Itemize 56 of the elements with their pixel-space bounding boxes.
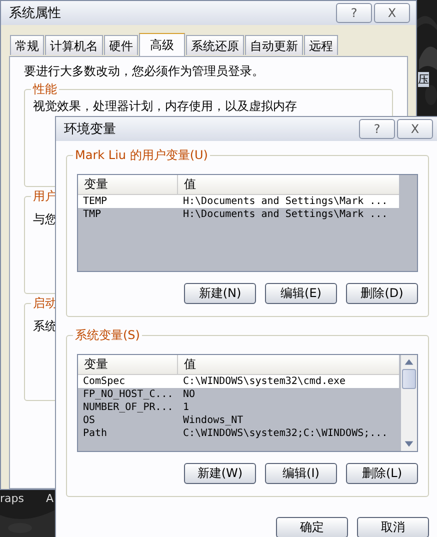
variable-value: C:\WINDOWS\system32;C:\WINDOWS;... <box>182 428 388 439</box>
list-row[interactable]: TMP H:\Documents and Settings\Mark ... <box>78 208 399 221</box>
group-title: Mark Liu 的用户变量(U) <box>73 147 210 164</box>
variable-name: TMP <box>82 209 102 220</box>
scrollbar[interactable] <box>401 355 417 451</box>
window-title: 环境变量 <box>64 121 117 138</box>
variable-value: Windows_NT <box>182 415 244 426</box>
variable-value: H:\Documents and Settings\Mark ... <box>182 209 388 220</box>
list-row[interactable]: ComSpec C:\WINDOWS\system32\cmd.exe <box>78 375 399 388</box>
tab[interactable]: 硬件 <box>104 35 138 55</box>
close-button[interactable]: X <box>374 3 410 23</box>
column-header[interactable]: 值 <box>178 355 196 374</box>
tab[interactable]: 计算机名 <box>45 35 103 55</box>
tab[interactable]: 自动更新 <box>245 35 303 55</box>
list-row[interactable]: NUMBER_OF_PR... 1 <box>78 401 399 414</box>
variable-value: H:\Documents and Settings\Mark ... <box>182 196 388 207</box>
dialog-button[interactable]: 删除(D) <box>346 283 418 304</box>
column-header[interactable]: 变量 <box>78 175 178 194</box>
variable-name: Path <box>82 428 108 439</box>
list-row[interactable]: FP_NO_HOST_C... NO <box>78 388 399 401</box>
group-title: 系统变量(S) <box>73 327 142 344</box>
desktop-label: A <box>46 492 54 505</box>
dialog-button[interactable]: 删除(L) <box>346 463 418 484</box>
notice-text: 要进行大多数改动，您必须作为管理员登录。 <box>24 63 265 80</box>
variable-name: FP_NO_HOST_C... <box>82 389 174 400</box>
tab[interactable]: 常规 <box>10 35 44 55</box>
variable-value: NO <box>182 389 196 400</box>
list-row[interactable]: OS Windows_NT <box>78 414 399 427</box>
desktop-label: raps <box>0 492 24 505</box>
close-button[interactable]: X <box>397 119 433 139</box>
group-text: 视觉效果，处理器计划，内存使用，以及虚拟内存 <box>33 98 297 115</box>
scroll-thumb[interactable] <box>402 369 416 389</box>
help-button[interactable]: ? <box>336 3 372 23</box>
dialog-button[interactable]: 新建(N) <box>184 283 256 304</box>
variable-name: TEMP <box>82 196 108 207</box>
dialog-button[interactable]: 确定 <box>276 517 348 537</box>
list-row[interactable]: Path C:\WINDOWS\system32;C:\WINDOWS;... <box>78 427 399 440</box>
dialog-button[interactable]: 编辑(I) <box>265 463 337 484</box>
help-button[interactable]: ? <box>359 119 395 139</box>
variable-value: 1 <box>182 402 190 413</box>
window-title: 系统属性 <box>9 5 62 22</box>
group-title: 性能 <box>31 81 59 98</box>
tab[interactable]: 高级 <box>139 33 185 56</box>
tab[interactable]: 远程 <box>304 35 338 55</box>
column-header[interactable]: 值 <box>178 175 196 194</box>
column-header[interactable]: 变量 <box>78 355 178 374</box>
variable-value: C:\WINDOWS\system32\cmd.exe <box>182 376 346 387</box>
variable-name: OS <box>82 415 96 426</box>
variable-name: ComSpec <box>82 376 126 387</box>
desktop-label: 压 <box>418 72 429 87</box>
list-row[interactable]: TEMP H:\Documents and Settings\Mark ... <box>78 195 399 208</box>
dialog-button[interactable]: 取消 <box>357 517 429 537</box>
dialog-button[interactable]: 编辑(E) <box>265 283 337 304</box>
dialog-button[interactable]: 新建(W) <box>184 463 256 484</box>
tab[interactable]: 系统还原 <box>186 35 244 55</box>
variable-name: NUMBER_OF_PR... <box>82 402 174 413</box>
